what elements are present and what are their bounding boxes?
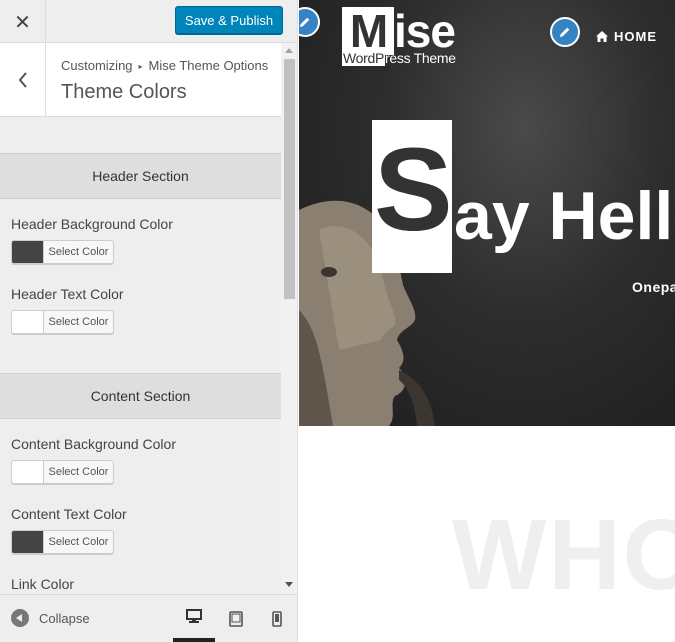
content-text-color-label: Content Text Color (11, 506, 127, 522)
collapse-label: Collapse (39, 610, 90, 626)
edit-menu-shortcut-button[interactable] (550, 17, 580, 47)
breadcrumb-parent: Customizing (61, 58, 133, 73)
nav-home-link[interactable]: HOME (596, 29, 657, 44)
header-text-color-picker[interactable]: Select Color (11, 310, 114, 334)
scrollbar-thumb[interactable] (284, 59, 295, 299)
nav-home-label: HOME (614, 29, 657, 44)
color-swatch (12, 241, 44, 263)
content-background-color-label: Content Background Color (11, 436, 176, 452)
content-text-color-picker[interactable]: Select Color (11, 530, 114, 554)
save-publish-button[interactable]: Save & Publish (175, 6, 283, 34)
header-background-color-picker[interactable]: Select Color (11, 240, 114, 264)
pencil-icon (300, 17, 310, 27)
tablet-icon (229, 610, 243, 627)
hero-section: M ise WordPress Theme HOME S ay Hell One… (299, 0, 675, 426)
chevron-left-icon (18, 71, 27, 88)
logo-tagline-highlight: WordP (342, 50, 386, 66)
breadcrumb-current: Mise Theme Options (148, 58, 269, 73)
breadcrumb-separator-icon: ▸ (138, 62, 143, 71)
breadcrumb: Customizing ▸ Mise Theme Options (61, 58, 268, 73)
hero-title: ay Hell (454, 178, 674, 254)
logo-tagline: WordPress Theme (342, 50, 456, 66)
logo-text: ise (394, 5, 456, 57)
color-swatch (12, 461, 44, 483)
preview-desktop-button[interactable] (173, 595, 215, 642)
logo-first-letter: M (342, 7, 394, 55)
preview-mobile-button[interactable] (256, 595, 297, 642)
section-heading: WHO (452, 499, 675, 611)
home-icon (596, 31, 608, 42)
site-preview: M ise WordPress Theme HOME S ay Hell One… (299, 0, 675, 642)
section-header: Customizing ▸ Mise Theme Options Theme Col… (0, 43, 281, 117)
close-customizer-button[interactable]: ✕ (0, 0, 46, 43)
customizer-header: ✕ Save & Publish (0, 0, 297, 43)
hero-subtitle: Onepa (632, 279, 675, 295)
logo-tagline-rest: ress Theme (385, 50, 456, 66)
header-background-color-label: Header Background Color (11, 216, 173, 232)
group-header-section[interactable]: Header Section (0, 153, 281, 199)
back-button[interactable] (0, 43, 46, 116)
pencil-icon (560, 27, 570, 37)
select-color-label: Select Color (48, 466, 109, 478)
link-color-label: Link Color (11, 576, 75, 592)
color-swatch (12, 311, 44, 333)
customizer-sidebar: ✕ Save & Publish Customizing ▸ Mise Theme … (0, 0, 298, 642)
mobile-icon (272, 610, 282, 627)
select-color-label: Select Color (48, 246, 109, 258)
close-icon: ✕ (14, 9, 31, 34)
collapse-arrow-icon (11, 609, 29, 627)
panel-scrollbar[interactable] (281, 43, 297, 594)
collapse-button[interactable]: Collapse (11, 609, 90, 627)
section-title: Theme Colors (61, 81, 187, 103)
scroll-down-arrow-icon[interactable] (285, 582, 293, 587)
header-text-color-label: Header Text Color (11, 286, 124, 302)
content-background-color-picker[interactable]: Select Color (11, 460, 114, 484)
select-color-label: Select Color (48, 316, 109, 328)
edit-logo-shortcut-button[interactable] (299, 7, 320, 37)
customizer-footer: Collapse (0, 594, 297, 642)
group-content-section[interactable]: Content Section (0, 373, 281, 419)
desktop-icon (186, 609, 202, 623)
select-color-label: Select Color (48, 536, 109, 548)
hero-highlight-letter: S (374, 124, 453, 256)
preview-tablet-button[interactable] (215, 595, 257, 642)
scroll-up-arrow-icon[interactable] (285, 48, 293, 53)
controls-panel: Header Section Header Background Color S… (0, 117, 281, 594)
color-swatch (12, 531, 44, 553)
